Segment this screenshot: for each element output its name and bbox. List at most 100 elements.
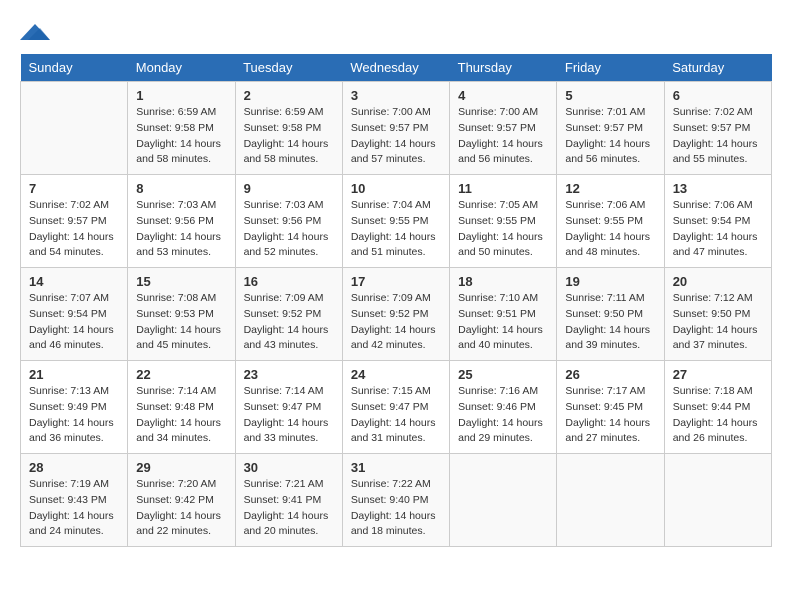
day-number: 23: [244, 367, 334, 382]
calendar-cell: 27 Sunrise: 7:18 AM Sunset: 9:44 PM Dayli…: [664, 361, 771, 454]
calendar-cell: 21 Sunrise: 7:13 AM Sunset: 9:49 PM Dayli…: [21, 361, 128, 454]
day-info: Sunrise: 7:06 AM Sunset: 9:54 PM Dayligh…: [673, 198, 763, 261]
day-info: Sunrise: 7:13 AM Sunset: 9:49 PM Dayligh…: [29, 384, 119, 447]
calendar-cell: 24Sunrise: 7:15 AM Sunset: 9:47 PM Dayli…: [342, 361, 449, 454]
day-number: 15: [136, 274, 226, 289]
calendar-cell: 18 Sunrise: 7:10 AM Sunset: 9:51 PM Dayli…: [450, 268, 557, 361]
day-info: Sunrise: 7:11 AM Sunset: 9:50 PM Dayligh…: [565, 291, 655, 354]
day-number: 9: [244, 181, 334, 196]
week-row-4: 21 Sunrise: 7:13 AM Sunset: 9:49 PM Dayli…: [21, 361, 772, 454]
header-thursday: Thursday: [450, 54, 557, 82]
day-info: Sunrise: 6:59 AM Sunset: 9:58 PM Dayligh…: [244, 105, 334, 168]
day-number: 18: [458, 274, 548, 289]
day-info: Sunrise: 7:22 AM Sunset: 9:40 PM Dayligh…: [351, 477, 441, 540]
week-row-2: 7 Sunrise: 7:02 AM Sunset: 9:57 PM Daylig…: [21, 175, 772, 268]
header-saturday: Saturday: [664, 54, 771, 82]
calendar-cell: 3 Sunrise: 7:00 AM Sunset: 9:57 PM Daylig…: [342, 82, 449, 175]
day-info: Sunrise: 7:00 AM Sunset: 9:57 PM Dayligh…: [458, 105, 548, 168]
calendar-cell: [664, 454, 771, 547]
calendar-cell: 19 Sunrise: 7:11 AM Sunset: 9:50 PM Dayli…: [557, 268, 664, 361]
day-number: 5: [565, 88, 655, 103]
day-info: Sunrise: 7:20 AM Sunset: 9:42 PM Dayligh…: [136, 477, 226, 540]
day-info: Sunrise: 7:01 AM Sunset: 9:57 PM Dayligh…: [565, 105, 655, 168]
day-info: Sunrise: 6:59 AM Sunset: 9:58 PM Dayligh…: [136, 105, 226, 168]
day-info: Sunrise: 7:06 AM Sunset: 9:55 PM Dayligh…: [565, 198, 655, 261]
day-info: Sunrise: 7:02 AM Sunset: 9:57 PM Dayligh…: [29, 198, 119, 261]
calendar-cell: 22 Sunrise: 7:14 AM Sunset: 9:48 PM Dayli…: [128, 361, 235, 454]
calendar-cell: 26Sunrise: 7:17 AM Sunset: 9:45 PM Dayli…: [557, 361, 664, 454]
day-info: Sunrise: 7:04 AM Sunset: 9:55 PM Dayligh…: [351, 198, 441, 261]
calendar-cell: 14 Sunrise: 7:07 AM Sunset: 9:54 PM Dayli…: [21, 268, 128, 361]
day-number: 6: [673, 88, 763, 103]
day-info: Sunrise: 7:16 AM Sunset: 9:46 PM Dayligh…: [458, 384, 548, 447]
day-info: Sunrise: 7:00 AM Sunset: 9:57 PM Dayligh…: [351, 105, 441, 168]
day-number: 29: [136, 460, 226, 475]
day-number: 22: [136, 367, 226, 382]
day-number: 19: [565, 274, 655, 289]
calendar-cell: [21, 82, 128, 175]
calendar-cell: 17Sunrise: 7:09 AM Sunset: 9:52 PM Dayli…: [342, 268, 449, 361]
day-info: Sunrise: 7:03 AM Sunset: 9:56 PM Dayligh…: [136, 198, 226, 261]
header-tuesday: Tuesday: [235, 54, 342, 82]
day-number: 31: [351, 460, 441, 475]
page-header: [20, 20, 772, 44]
calendar-cell: 28Sunrise: 7:19 AM Sunset: 9:43 PM Dayli…: [21, 454, 128, 547]
logo-icon: [20, 20, 50, 44]
calendar-cell: 31 Sunrise: 7:22 AM Sunset: 9:40 PM Dayli…: [342, 454, 449, 547]
day-number: 28: [29, 460, 119, 475]
header-friday: Friday: [557, 54, 664, 82]
day-info: Sunrise: 7:07 AM Sunset: 9:54 PM Dayligh…: [29, 291, 119, 354]
day-number: 30: [244, 460, 334, 475]
calendar-cell: 8 Sunrise: 7:03 AM Sunset: 9:56 PM Daylig…: [128, 175, 235, 268]
day-number: 12: [565, 181, 655, 196]
day-info: Sunrise: 7:14 AM Sunset: 9:48 PM Dayligh…: [136, 384, 226, 447]
day-number: 1: [136, 88, 226, 103]
calendar-cell: 29 Sunrise: 7:20 AM Sunset: 9:42 PM Dayli…: [128, 454, 235, 547]
day-number: 17: [351, 274, 441, 289]
day-info: Sunrise: 7:18 AM Sunset: 9:44 PM Dayligh…: [673, 384, 763, 447]
calendar-cell: 11 Sunrise: 7:05 AM Sunset: 9:55 PM Dayli…: [450, 175, 557, 268]
calendar-cell: 10 Sunrise: 7:04 AM Sunset: 9:55 PM Dayli…: [342, 175, 449, 268]
day-number: 27: [673, 367, 763, 382]
calendar-cell: 5 Sunrise: 7:01 AM Sunset: 9:57 PM Daylig…: [557, 82, 664, 175]
calendar-cell: 13 Sunrise: 7:06 AM Sunset: 9:54 PM Dayli…: [664, 175, 771, 268]
calendar-cell: [557, 454, 664, 547]
calendar-cell: 20Sunrise: 7:12 AM Sunset: 9:50 PM Dayli…: [664, 268, 771, 361]
calendar-cell: 9 Sunrise: 7:03 AM Sunset: 9:56 PM Daylig…: [235, 175, 342, 268]
calendar-cell: 6Sunrise: 7:02 AM Sunset: 9:57 PM Daylig…: [664, 82, 771, 175]
day-number: 2: [244, 88, 334, 103]
calendar-cell: 23Sunrise: 7:14 AM Sunset: 9:47 PM Dayli…: [235, 361, 342, 454]
calendar-cell: [450, 454, 557, 547]
calendar-cell: 2 Sunrise: 6:59 AM Sunset: 9:58 PM Daylig…: [235, 82, 342, 175]
day-number: 10: [351, 181, 441, 196]
calendar-cell: 25Sunrise: 7:16 AM Sunset: 9:46 PM Dayli…: [450, 361, 557, 454]
header-wednesday: Wednesday: [342, 54, 449, 82]
calendar-cell: 1 Sunrise: 6:59 AM Sunset: 9:58 PM Daylig…: [128, 82, 235, 175]
day-number: 4: [458, 88, 548, 103]
day-number: 13: [673, 181, 763, 196]
week-row-3: 14 Sunrise: 7:07 AM Sunset: 9:54 PM Dayli…: [21, 268, 772, 361]
day-number: 14: [29, 274, 119, 289]
calendar-cell: 7 Sunrise: 7:02 AM Sunset: 9:57 PM Daylig…: [21, 175, 128, 268]
day-number: 7: [29, 181, 119, 196]
day-info: Sunrise: 7:21 AM Sunset: 9:41 PM Dayligh…: [244, 477, 334, 540]
day-info: Sunrise: 7:10 AM Sunset: 9:51 PM Dayligh…: [458, 291, 548, 354]
logo: [20, 20, 54, 44]
calendar-header-row: SundayMondayTuesdayWednesdayThursdayFrid…: [21, 54, 772, 82]
day-number: 11: [458, 181, 548, 196]
day-info: Sunrise: 7:12 AM Sunset: 9:50 PM Dayligh…: [673, 291, 763, 354]
day-number: 26: [565, 367, 655, 382]
day-number: 21: [29, 367, 119, 382]
day-number: 8: [136, 181, 226, 196]
day-info: Sunrise: 7:03 AM Sunset: 9:56 PM Dayligh…: [244, 198, 334, 261]
day-info: Sunrise: 7:05 AM Sunset: 9:55 PM Dayligh…: [458, 198, 548, 261]
day-number: 3: [351, 88, 441, 103]
week-row-5: 28Sunrise: 7:19 AM Sunset: 9:43 PM Dayli…: [21, 454, 772, 547]
header-sunday: Sunday: [21, 54, 128, 82]
calendar-cell: 16 Sunrise: 7:09 AM Sunset: 9:52 PM Dayli…: [235, 268, 342, 361]
day-number: 16: [244, 274, 334, 289]
calendar-cell: 15Sunrise: 7:08 AM Sunset: 9:53 PM Dayli…: [128, 268, 235, 361]
calendar-table: SundayMondayTuesdayWednesdayThursdayFrid…: [20, 54, 772, 547]
day-info: Sunrise: 7:09 AM Sunset: 9:52 PM Dayligh…: [244, 291, 334, 354]
calendar-cell: 12 Sunrise: 7:06 AM Sunset: 9:55 PM Dayli…: [557, 175, 664, 268]
